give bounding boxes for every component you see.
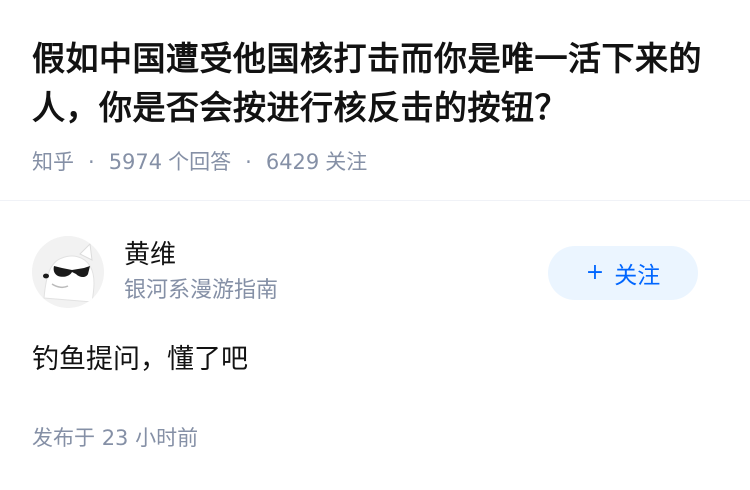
follow-button-label: 关注 — [614, 263, 661, 289]
question-meta: 知乎 · 5974 个回答 · 6429 关注 — [32, 148, 722, 176]
plus-icon: + — [585, 260, 605, 285]
time-value: 23 — [101, 426, 129, 450]
time-prefix: 发布于 — [32, 426, 95, 450]
follower-count[interactable]: 6429 — [266, 148, 319, 176]
answer-count-label[interactable]: 个回答 — [168, 148, 231, 176]
author-bio: 银河系漫游指南 — [124, 278, 279, 303]
answer-count[interactable]: 5974 — [109, 148, 162, 176]
answer-content: 钓鱼提问，懂了吧 — [32, 344, 248, 375]
follow-button[interactable]: + 关注 — [548, 246, 698, 300]
author-name[interactable]: 黄维 — [124, 238, 176, 272]
avatar[interactable] — [32, 236, 104, 308]
question-title[interactable]: 假如中国遭受他国核打击而你是唯一活下来的人，你是否会按进行核反击的按钮？ — [32, 34, 722, 132]
follower-count-label[interactable]: 关注 — [325, 148, 367, 176]
time-unit: 小时前 — [135, 426, 199, 450]
cartoon-dog-sunglasses-icon — [32, 236, 104, 308]
answer-time: 发布于 23 小时前 — [32, 424, 198, 452]
meta-separator: · — [88, 150, 95, 174]
question-header: 假如中国遭受他国核打击而你是唯一活下来的人，你是否会按进行核反击的按钮？ 知乎 … — [32, 34, 722, 176]
author-info: 黄维 银河系漫游指南 + 关注 — [32, 236, 718, 310]
meta-separator: · — [245, 150, 252, 174]
source-label[interactable]: 知乎 — [32, 148, 74, 176]
section-divider — [0, 200, 750, 201]
